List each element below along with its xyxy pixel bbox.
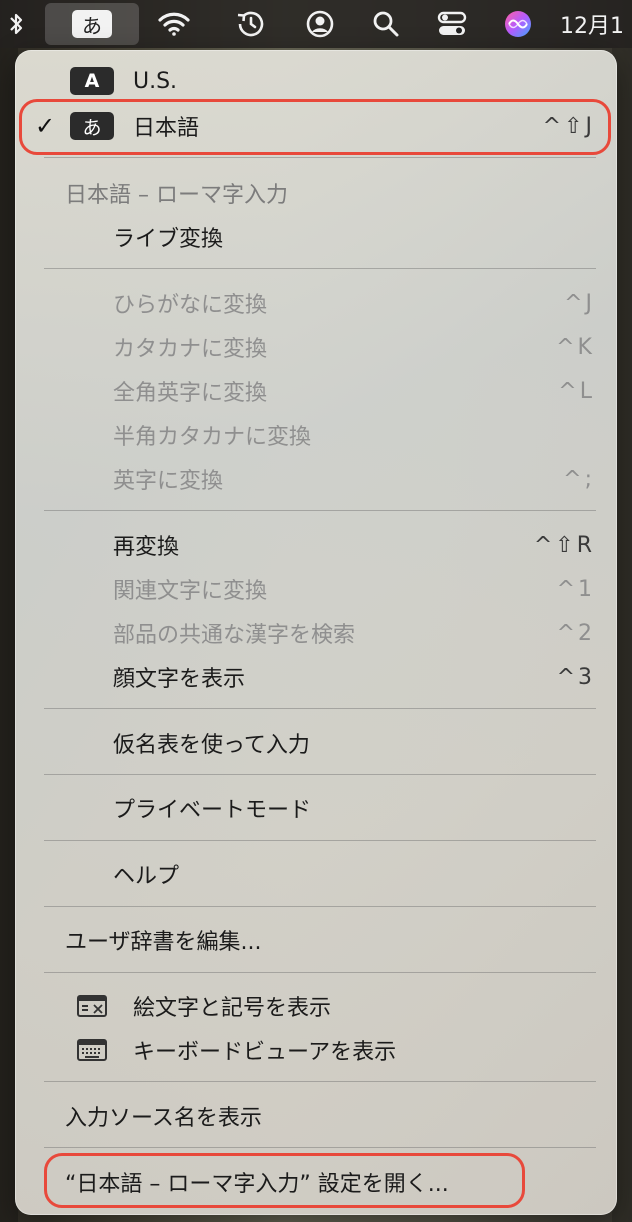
menu-item-edit-user-dictionary[interactable]: ユーザ辞書を編集... bbox=[15, 919, 617, 961]
menu-item-input-source-us[interactable]: A U.S. bbox=[15, 60, 617, 102]
menu-separator bbox=[44, 268, 596, 269]
emoji-symbols-icon bbox=[77, 995, 107, 1017]
control-center-icon[interactable] bbox=[430, 0, 474, 48]
keyboard-shortcut: ^1 bbox=[556, 576, 595, 602]
menu-item-label: U.S. bbox=[133, 68, 178, 94]
us-source-badge: A bbox=[70, 67, 114, 95]
input-source-dropdown-menu: A U.S. ✓ あ 日本語 ^⇧J 日本語 – ローマ字入力 ライブ変換 ひら… bbox=[15, 50, 617, 1215]
input-source-menu-extra[interactable]: あ bbox=[45, 3, 139, 45]
menu-item-label: 再変換 bbox=[113, 535, 180, 560]
menu-item-label: 仮名表を使って入力 bbox=[113, 733, 310, 758]
menu-item-label: プライベートモード bbox=[113, 798, 312, 823]
menu-separator bbox=[44, 1147, 596, 1148]
menu-item-kana-table[interactable]: 仮名表を使って入力 bbox=[15, 722, 617, 764]
keyboard-shortcut: ^L bbox=[558, 378, 595, 404]
keyboard-shortcut: ^⇧R bbox=[533, 532, 595, 558]
menu-item-related-characters[interactable]: 関連文字に変換 ^1 bbox=[15, 568, 617, 610]
menu-separator bbox=[44, 840, 596, 841]
menu-item-convert-fullwidth-roman[interactable]: 全角英字に変換 ^L bbox=[15, 370, 617, 412]
keyboard-shortcut: ^K bbox=[556, 334, 595, 360]
menu-item-label: 顔文字を表示 bbox=[113, 667, 246, 692]
keyboard-shortcut: ^2 bbox=[556, 620, 595, 646]
user-account-icon[interactable] bbox=[298, 0, 342, 48]
input-source-glyph: あ bbox=[72, 10, 112, 38]
bluetooth-icon[interactable] bbox=[0, 0, 32, 48]
menu-item-label: 絵文字と記号を表示 bbox=[133, 996, 332, 1021]
menu-item-label: ひらがなに変換 bbox=[113, 293, 268, 318]
time-machine-icon[interactable] bbox=[228, 0, 272, 48]
highlight-japanese-source bbox=[19, 99, 611, 155]
menu-item-show-input-source-name[interactable]: 入力ソース名を表示 bbox=[15, 1095, 617, 1137]
keyboard-shortcut: ^3 bbox=[556, 664, 595, 690]
menu-item-label: 入力ソース名を表示 bbox=[65, 1106, 262, 1131]
menu-item-show-emoji-symbols[interactable]: 絵文字と記号を表示 bbox=[15, 985, 617, 1027]
menu-item-label: 全角英字に変換 bbox=[113, 381, 268, 406]
keyboard-shortcut: ^J bbox=[564, 290, 595, 316]
menu-item-search-kanji-parts[interactable]: 部品の共通な漢字を検索 ^2 bbox=[15, 612, 617, 654]
wifi-icon[interactable] bbox=[152, 0, 196, 48]
menu-item-live-conversion[interactable]: ライブ変換 bbox=[15, 216, 617, 258]
keyboard-viewer-icon bbox=[77, 1039, 107, 1061]
section-heading-label: 日本語 – ローマ字入力 bbox=[65, 183, 288, 208]
spotlight-search-icon[interactable] bbox=[364, 0, 408, 48]
menu-item-convert-halfwidth-katakana[interactable]: 半角カタカナに変換 bbox=[15, 414, 617, 456]
menu-item-show-keyboard-viewer[interactable]: キーボードビューアを表示 bbox=[15, 1029, 617, 1071]
section-heading: 日本語 – ローマ字入力 bbox=[15, 172, 617, 214]
menu-bar: あ 12月1 bbox=[0, 0, 632, 48]
menu-bar-clock[interactable]: 12月1 bbox=[560, 0, 632, 48]
menu-item-label: カタカナに変換 bbox=[113, 337, 268, 362]
menu-item-convert-roman[interactable]: 英字に変換 ^; bbox=[15, 458, 617, 500]
menu-separator bbox=[44, 157, 596, 158]
menu-item-label: キーボードビューアを表示 bbox=[133, 1040, 397, 1065]
menu-item-label: 関連文字に変換 bbox=[113, 579, 268, 604]
menu-separator bbox=[44, 1081, 596, 1082]
menu-item-label: 半角カタカナに変換 bbox=[113, 425, 312, 450]
menu-separator bbox=[44, 906, 596, 907]
menu-item-convert-katakana[interactable]: カタカナに変換 ^K bbox=[15, 326, 617, 368]
menu-item-label: ユーザ辞書を編集... bbox=[65, 930, 262, 955]
menu-item-reconvert[interactable]: 再変換 ^⇧R bbox=[15, 524, 617, 566]
menu-separator bbox=[44, 708, 596, 709]
menu-item-label: 部品の共通な漢字を検索 bbox=[113, 623, 356, 648]
menu-item-help[interactable]: ヘルプ bbox=[15, 853, 617, 895]
highlight-open-settings bbox=[44, 1153, 525, 1208]
menu-item-private-mode[interactable]: プライベートモード bbox=[15, 787, 617, 829]
menu-separator bbox=[44, 774, 596, 775]
menu-item-label: ヘルプ bbox=[113, 864, 180, 889]
menu-item-label: 英字に変換 bbox=[113, 469, 224, 494]
menu-separator bbox=[44, 972, 596, 973]
menu-separator bbox=[44, 510, 596, 511]
menu-item-label: ライブ変換 bbox=[113, 227, 224, 252]
menu-item-convert-hiragana[interactable]: ひらがなに変換 ^J bbox=[15, 282, 617, 324]
siri-icon[interactable] bbox=[496, 0, 540, 48]
keyboard-shortcut: ^; bbox=[563, 466, 595, 492]
menu-item-show-emoticons[interactable]: 顔文字を表示 ^3 bbox=[15, 656, 617, 698]
